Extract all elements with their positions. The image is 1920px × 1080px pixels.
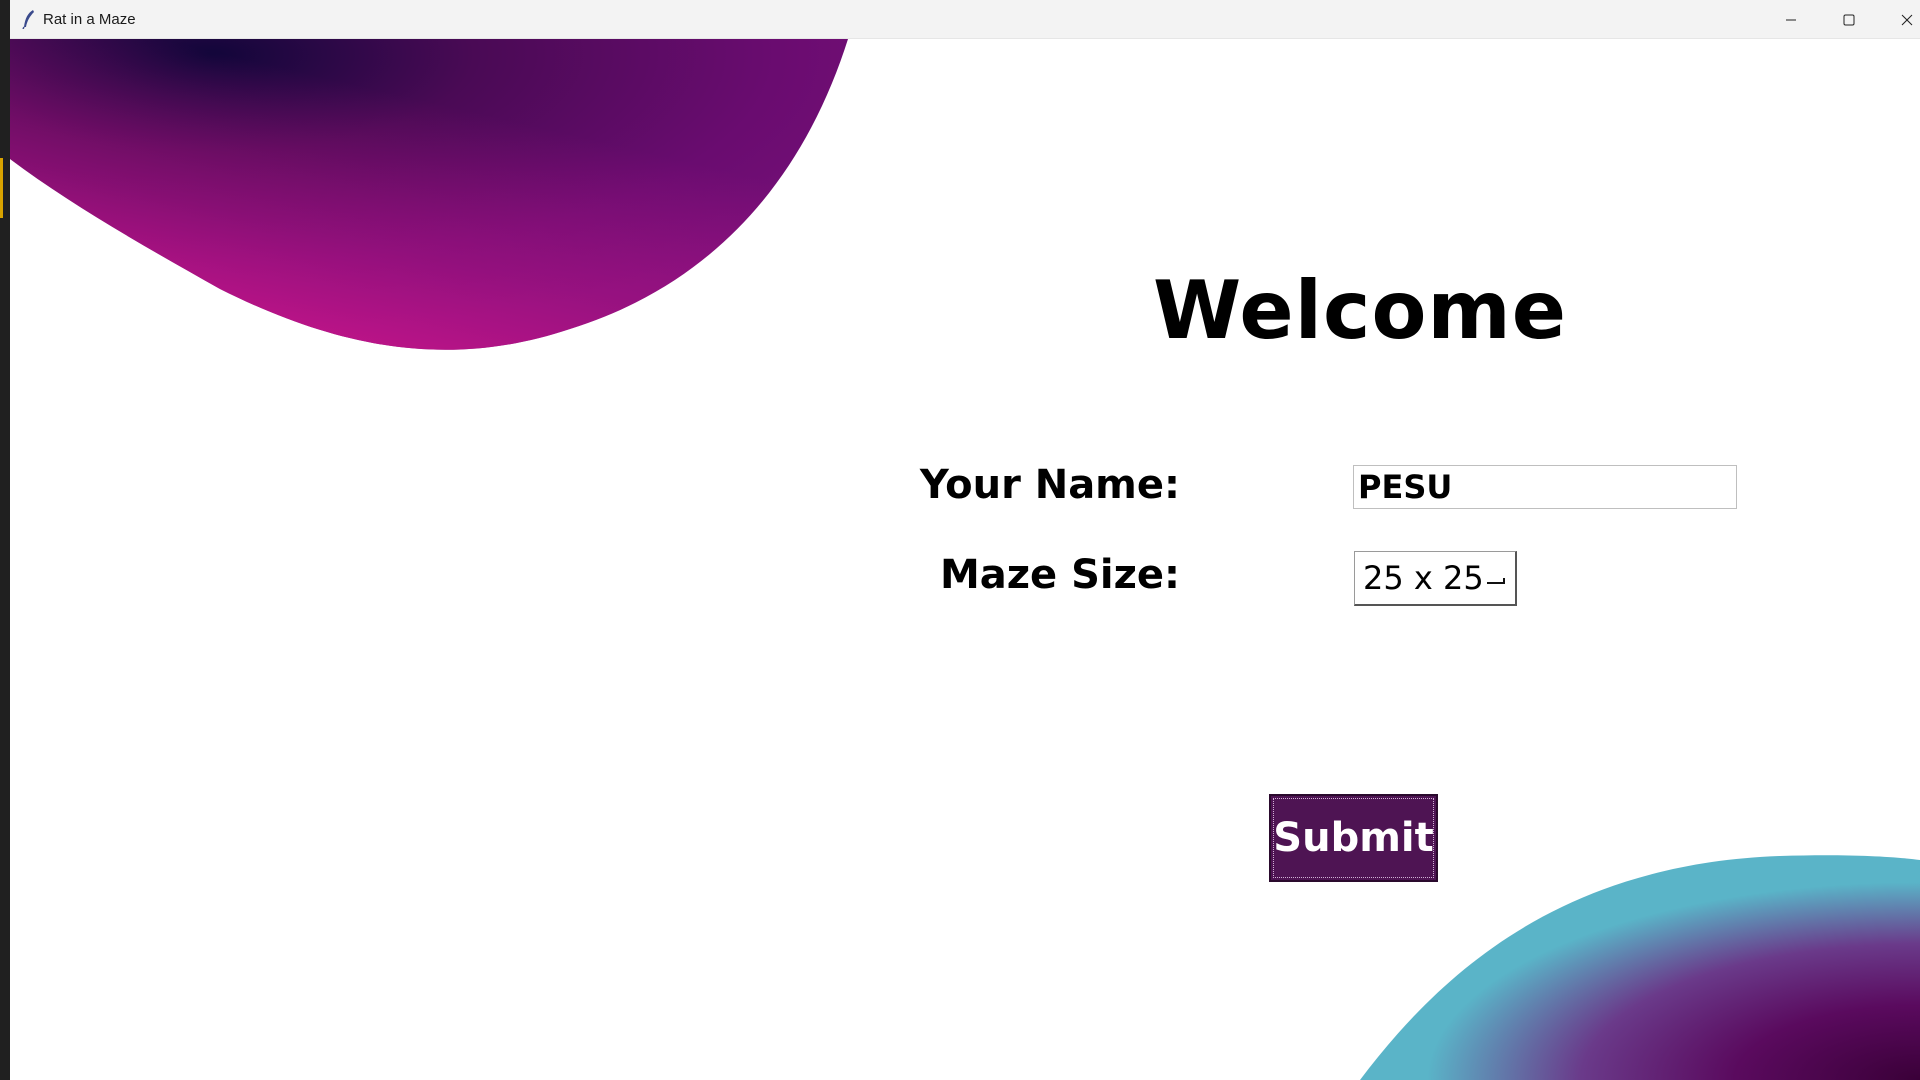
option-menu-indicator-icon [1487,578,1505,584]
maze-size-dropdown[interactable]: 25 x 25 [1354,551,1517,606]
title-bar[interactable]: Rat in a Maze [10,0,1920,39]
close-icon [1901,14,1913,25]
feather-icon [22,10,34,29]
maze-size-label: Maze Size: [939,552,1180,598]
main-content: Welcome Your Name: Maze Size: 25 x 25 Su… [10,39,1920,1080]
taskbar-accent [0,158,3,218]
name-input[interactable] [1353,465,1737,509]
desktop-edge [0,0,10,1080]
name-label: Your Name: [919,462,1180,508]
minimize-button[interactable] [1762,0,1820,39]
minimize-icon [1786,19,1796,20]
decorative-blob-top [10,39,848,350]
maximize-icon [1843,14,1855,25]
maximize-button[interactable] [1820,0,1878,39]
decorative-blob-bottom [1360,855,1920,1080]
window-title: Rat in a Maze [43,11,136,28]
close-button[interactable] [1878,0,1920,39]
maze-size-value: 25 x 25 [1363,559,1484,597]
app-window: Rat in a Maze Welcome Your Name: PESU Ma… [10,0,1920,1080]
welcome-heading: Welcome [1152,264,1568,357]
submit-button[interactable]: Submit [1269,794,1438,882]
